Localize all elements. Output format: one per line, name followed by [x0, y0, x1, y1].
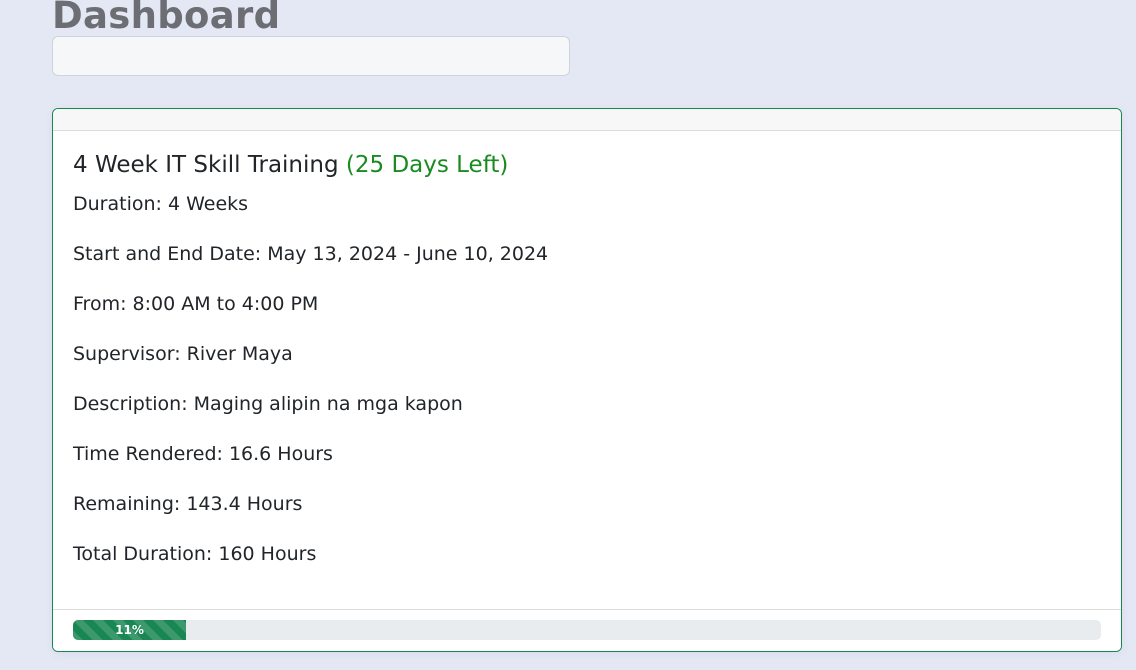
card-body: 4 Week IT Skill Training (25 Days Left) … [53, 131, 1121, 590]
training-title-text: 4 Week IT Skill Training [73, 152, 339, 178]
page-title: Dashboard [52, 0, 281, 37]
progress-track: 11% [73, 620, 1101, 640]
remaining-text: Remaining: 143.4 Hours [73, 493, 303, 515]
description-text: Description: Maging alipin na mga kapon [73, 393, 463, 415]
training-title: 4 Week IT Skill Training (25 Days Left) [73, 149, 1101, 181]
total-duration-text: Total Duration: 160 Hours [73, 543, 317, 565]
days-left-badge: (25 Days Left) [345, 152, 509, 178]
progress-bar: 11% [73, 620, 187, 640]
duration-text: Duration: 4 Weeks [73, 193, 249, 215]
supervisor-text: Supervisor: River Maya [73, 343, 293, 365]
card-header [53, 109, 1121, 131]
time-rendered-text: Time Rendered: 16.6 Hours [73, 443, 333, 465]
date-range-text: Start and End Date: May 13, 2024 - June … [73, 243, 549, 265]
schedule-text: From: 8:00 AM to 4:00 PM [73, 293, 319, 315]
training-card: 4 Week IT Skill Training (25 Days Left) … [52, 108, 1122, 652]
search-input[interactable] [52, 36, 570, 76]
card-footer: 11% [53, 609, 1121, 651]
